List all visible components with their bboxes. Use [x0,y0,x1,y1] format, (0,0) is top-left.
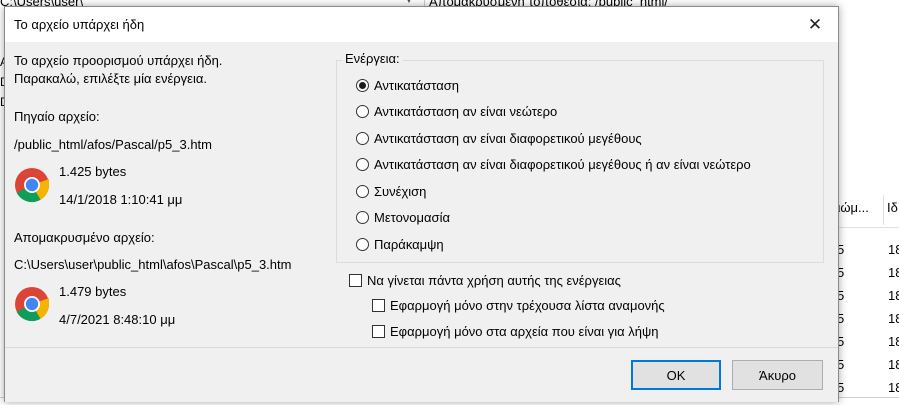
close-icon[interactable]: ✕ [792,7,838,42]
checkbox-label: Εφαρμογή μόνο στα αρχεία που είναι για λ… [390,323,659,339]
radio-button[interactable] [356,237,369,251]
checkbox[interactable] [372,298,385,312]
remote-file-heading: Απομακρυσμένο αρχείο: [14,230,155,245]
table-cell: 18 [888,242,899,257]
source-file-size: 1.425 bytes [59,164,127,179]
radio-rename[interactable]: Μετονομασία [356,208,450,226]
radio-label: Συνέχιση [374,183,427,199]
chrome-icon [15,168,49,203]
radio-label: Αντικατάσταση [374,77,460,93]
remote-file-path: C:\Users\user\public_html\afos\Pascal\p5… [14,257,292,272]
checkbox[interactable] [372,324,385,338]
apply-current-queue-checkbox[interactable]: Εφαρμογή μόνο στην τρέχουσα λίστα αναμον… [372,296,665,314]
checkbox[interactable] [349,273,362,287]
radio-button[interactable] [356,78,369,92]
chrome-icon [15,287,49,322]
radio-label: Αντικατάσταση αν είναι διαφορετικού μεγέ… [374,130,642,146]
radio-overwrite-if-newer[interactable]: Αντικατάσταση αν είναι νεώτερο [356,102,557,120]
message-line-1: Το αρχείο προορισμού υπάρχει ήδη. [14,53,223,68]
radio-overwrite-if-size-differs-or-newer[interactable]: Αντικατάσταση αν είναι διαφορετικού μεγέ… [356,155,751,173]
radio-button[interactable] [356,104,369,118]
dialog-title: Το αρχείο υπάρχει ήδη [14,17,145,32]
table-cell: 18 [888,334,899,349]
table-cell: 18 [888,380,899,395]
radio-overwrite-if-size-differs[interactable]: Αντικατάσταση αν είναι διαφορετικού μεγέ… [356,129,642,147]
ok-button[interactable]: OK [631,360,721,390]
source-file-heading: Πηγαίο αρχείο: [14,109,100,124]
radio-label: Παράκαμψη [374,236,444,252]
dialog-footer: OK Άκυρο [5,347,838,402]
radio-skip[interactable]: Παράκαμψη [356,235,444,253]
radio-button[interactable] [356,131,369,145]
table-cell: 18 [888,288,899,303]
file-exists-dialog: Το αρχείο υπάρχει ήδη ✕ Το αρχείο προορι… [4,6,839,402]
checkbox-label: Να γίνεται πάντα χρήση αυτής της ενέργει… [367,272,621,288]
apply-downloads-only-checkbox[interactable]: Εφαρμογή μόνο στα αρχεία που είναι για λ… [372,322,658,340]
cancel-button[interactable]: Άκυρο [732,360,823,390]
table-cell: 18 [888,311,899,326]
source-file-date: 14/1/2018 1:10:41 μμ [59,192,183,207]
always-use-action-checkbox[interactable]: Να γίνεται πάντα χρήση αυτής της ενέργει… [349,271,621,289]
radio-label: Μετονομασία [374,209,450,225]
radio-label: Αντικατάσταση αν είναι νεώτερο [374,103,558,119]
message-line-2: Παρακαλώ, επιλέξτε μία ενέργεια. [14,71,207,86]
table-cell: 18 [888,265,899,280]
dialog-titlebar[interactable]: Το αρχείο υπάρχει ήδη ✕ [5,7,838,42]
table-cell: 18 [888,357,899,372]
column-divider[interactable] [883,195,884,225]
remote-file-date: 4/7/2021 8:48:10 μμ [59,312,176,327]
radio-button[interactable] [356,157,369,171]
source-file-path: /public_html/afos/Pascal/p5_3.htm [14,137,212,152]
remote-file-size: 1.479 bytes [59,284,127,299]
radio-overwrite[interactable]: Αντικατάσταση [356,76,459,94]
radio-resume[interactable]: Συνέχιση [356,182,426,200]
action-group-caption: Ενέργεια: [342,51,403,66]
radio-label: Αντικατάσταση αν είναι διαφορετικού μεγέ… [374,156,751,172]
checkbox-label: Εφαρμογή μόνο στην τρέχουσα λίστα αναμον… [390,297,665,313]
radio-button[interactable] [356,184,369,198]
column-header-owner[interactable]: Ιδ [887,200,898,215]
radio-button[interactable] [356,210,369,224]
